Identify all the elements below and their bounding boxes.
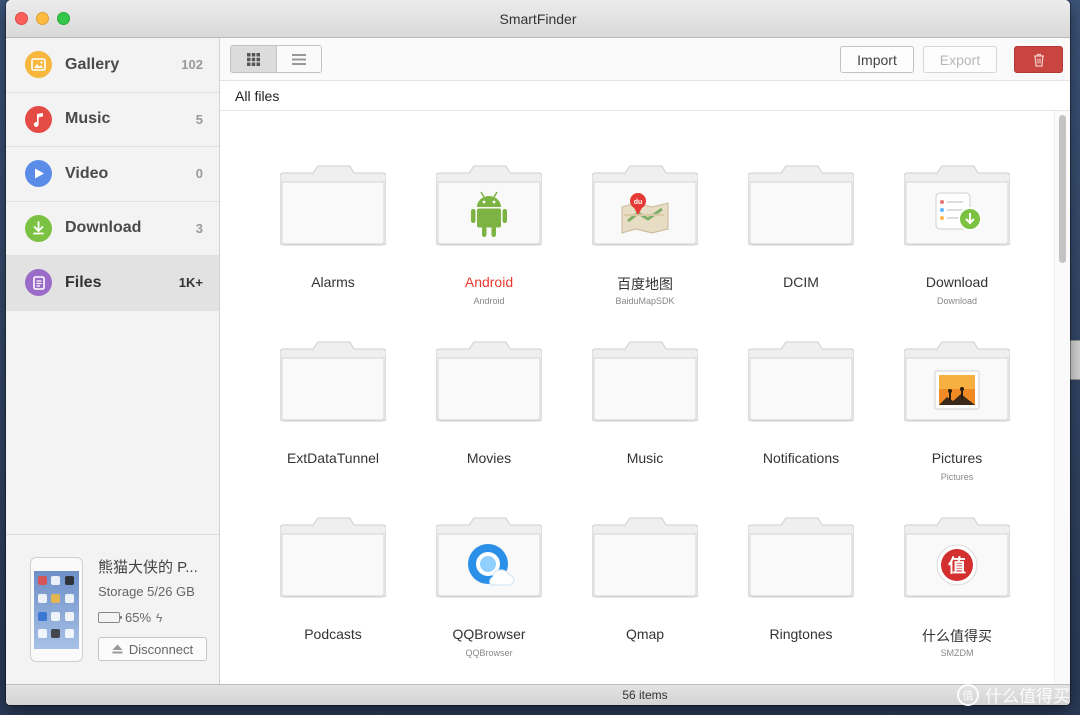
- sidebar-item-label: Video: [65, 164, 109, 182]
- folder-item[interactable]: Download Download: [879, 111, 1035, 306]
- folder-name: QQBrowser: [452, 626, 526, 642]
- delete-button[interactable]: [1014, 46, 1063, 73]
- folder-item[interactable]: Qmap: [567, 463, 723, 642]
- folder-icon: [592, 517, 698, 598]
- import-button[interactable]: Import: [840, 46, 914, 73]
- watermark: 值 什么值得买: [957, 682, 1070, 707]
- battery-percent: 65%: [125, 610, 152, 625]
- folder-item[interactable]: Music: [567, 287, 723, 466]
- phone-icon: [30, 557, 83, 662]
- view-mode-toggle: [230, 45, 322, 73]
- export-button[interactable]: Export: [923, 46, 997, 73]
- toolbar: Import Export: [220, 38, 1070, 81]
- folder-item[interactable]: du 百度地图 BaiduMapSDK: [567, 111, 723, 306]
- baidu-map-icon: du: [567, 191, 723, 235]
- list-view-button[interactable]: [276, 46, 321, 72]
- item-count: 56 items: [622, 688, 668, 702]
- folder-name: 什么值得买: [922, 628, 992, 644]
- download-icon: [25, 214, 52, 242]
- folder-item[interactable]: Pictures Pictures: [879, 287, 1035, 482]
- sidebar-item-count: 1K+: [178, 275, 203, 291]
- folder-item[interactable]: Notifications: [723, 287, 879, 466]
- folder-icon: [280, 165, 386, 246]
- device-panel: 熊猫大侠的 P... Storage 5/26 GB 65% ϟ Disconn…: [6, 534, 219, 684]
- smartfinder-window: SmartFinder Gallery 102 Music 5 Video 0: [6, 0, 1070, 705]
- charging-icon: ϟ: [156, 610, 163, 625]
- disconnect-label: Disconnect: [128, 641, 194, 657]
- folder-item[interactable]: Movies: [411, 287, 567, 466]
- gallery-icon: [25, 51, 52, 79]
- folder-item[interactable]: DCIM: [723, 111, 879, 290]
- music-icon: [25, 105, 52, 133]
- android-icon: [411, 189, 567, 239]
- sidebar-item-video[interactable]: Video 0: [6, 147, 219, 202]
- sidebar-item-label: Music: [65, 110, 111, 128]
- qqbrowser-icon: [411, 541, 567, 589]
- folder-icon: [748, 517, 854, 598]
- folder-item[interactable]: ExtDataTunnel: [255, 287, 411, 466]
- device-name: 熊猫大侠的 P...: [98, 559, 198, 576]
- sidebar-item-gallery[interactable]: Gallery 102: [6, 38, 219, 93]
- folder-item[interactable]: Android Android: [411, 111, 567, 306]
- download-emblem-icon: [879, 191, 1035, 233]
- eject-icon: [112, 644, 123, 654]
- svg-text:du: du: [634, 199, 643, 206]
- folder-subtitle: SMZDM: [940, 648, 974, 658]
- sidebar-item-download[interactable]: Download 3: [6, 202, 219, 256]
- folder-name: Qmap: [625, 626, 665, 642]
- video-icon: [25, 160, 52, 188]
- watermark-text: 什么值得买: [985, 687, 1070, 706]
- folder-item[interactable]: Ringtones: [723, 463, 879, 642]
- folder-name: Podcasts: [304, 626, 362, 642]
- grid-view-button[interactable]: [231, 46, 277, 72]
- watermark-badge: 值: [957, 683, 979, 706]
- folder-item[interactable]: 值 什么值得买 SMZDM: [879, 463, 1035, 658]
- folder-icon: [592, 341, 698, 422]
- sidebar-item-music[interactable]: Music 5: [6, 93, 219, 147]
- file-grid: Alarms Android Android du 百度地图 BaiduMapS…: [220, 111, 1052, 684]
- device-storage: Storage 5/26 GB: [98, 584, 195, 599]
- sidebar-item-files[interactable]: Files 1K+: [6, 256, 219, 311]
- smzdm-icon: 值: [879, 543, 1035, 587]
- sidebar-item-count: 102: [181, 57, 203, 73]
- folder-subtitle: QQBrowser: [465, 648, 513, 658]
- sidebar-item-label: Gallery: [65, 55, 120, 73]
- files-icon: [25, 269, 52, 297]
- sidebar-item-label: Files: [65, 273, 102, 291]
- svg-text:值: 值: [948, 555, 966, 577]
- window-title: SmartFinder: [499, 11, 577, 27]
- folder-item[interactable]: Podcasts: [255, 463, 411, 642]
- trash-icon: [1033, 53, 1044, 67]
- breadcrumb[interactable]: All files: [220, 81, 1070, 111]
- sidebar-item-count: 3: [195, 220, 203, 236]
- folder-icon: [748, 341, 854, 422]
- sidebar-item-count: 0: [195, 166, 203, 182]
- disconnect-button[interactable]: Disconnect: [98, 637, 207, 661]
- scrollbar-thumb[interactable]: [1059, 115, 1066, 263]
- sidebar: Gallery 102 Music 5 Video 0 Download 3 F…: [6, 38, 220, 684]
- sidebar-item-label: Download: [65, 219, 142, 237]
- folder-name: Ringtones: [769, 626, 833, 642]
- folder-icon: [748, 165, 854, 246]
- folder-icon: [280, 517, 386, 598]
- photo-emblem-icon: [879, 369, 1035, 411]
- folder-icon: [436, 341, 542, 422]
- list-icon: [291, 53, 306, 65]
- folder-item[interactable]: Alarms: [255, 111, 411, 290]
- battery-icon: [98, 612, 122, 623]
- folder-item[interactable]: QQBrowser QQBrowser: [411, 463, 567, 658]
- device-battery: 65% ϟ: [98, 610, 162, 625]
- folder-icon: [280, 341, 386, 422]
- grid-icon: [246, 52, 260, 66]
- status-bar: 56 items: [6, 684, 1070, 705]
- vertical-scrollbar[interactable]: [1054, 111, 1070, 684]
- title-bar: SmartFinder: [6, 0, 1070, 38]
- sidebar-item-count: 5: [195, 111, 203, 127]
